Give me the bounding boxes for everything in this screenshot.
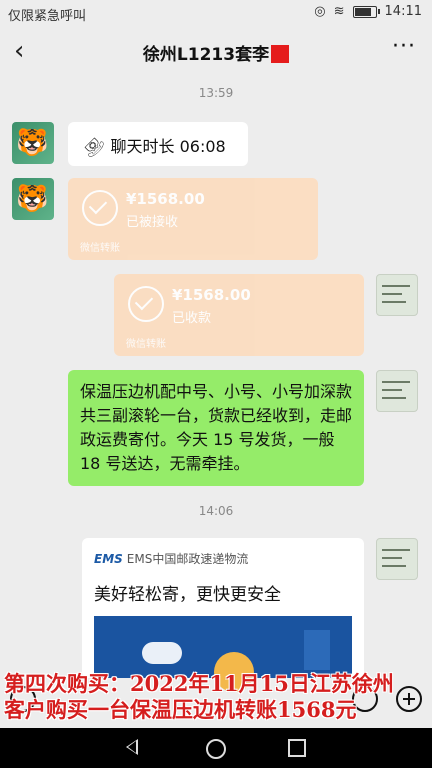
check-circle-icon <box>128 286 164 322</box>
status-bar: 仅限紧急呼叫 ◎ ≋ 14:11 <box>0 0 432 26</box>
clock-time: 14:11 <box>384 4 422 19</box>
system-navigation-bar <box>0 728 432 768</box>
nav-home-icon[interactable] <box>206 739 226 759</box>
phone-icon: ☏ <box>77 131 109 162</box>
transfer-bubble[interactable]: ¥1568.00 已被接收 微信转账 <box>68 178 318 260</box>
nav-back-icon[interactable] <box>126 739 138 755</box>
emergency-only-label: 仅限紧急呼叫 <box>8 9 87 24</box>
ems-link-card[interactable]: EMS EMS中国邮政速递物流 美好轻松寄，更快更安全 <box>82 538 364 692</box>
message-timestamp: 14:06 <box>198 504 234 518</box>
transfer-bubble[interactable]: ¥1568.00 已收款 微信转账 <box>114 274 364 356</box>
battery-icon <box>352 5 380 18</box>
transfer-status: 已被接收 <box>126 215 179 230</box>
text-message-bubble[interactable]: 保温压边机配中号、小号、小号加深款共三副滚轮一台，货款已经收到，走邮政运费寄付。… <box>68 370 364 486</box>
ems-logo: EMS <box>94 552 123 566</box>
chat-header: ‹ 徐州L1213套李 ··· <box>0 26 432 76</box>
ems-card-title: 美好轻松寄，更快更安全 <box>94 585 281 605</box>
status-icons: ◎ ≋ 14:11 <box>314 4 422 19</box>
my-avatar[interactable] <box>376 274 418 316</box>
call-duration-label: 聊天时长 06:08 <box>110 137 226 156</box>
caption-line-2: 客户购买一台保温压边机转账1568元 <box>4 697 357 722</box>
redaction-block <box>271 45 290 63</box>
eye-icon: ◎ <box>314 4 326 19</box>
call-record-bubble[interactable]: ☏ 聊天时长 06:08 <box>68 122 248 166</box>
transfer-footer: 微信转账 <box>80 243 120 254</box>
transfer-footer: 微信转账 <box>126 339 166 350</box>
check-circle-icon <box>82 190 118 226</box>
message-timestamp: 13:59 <box>198 86 234 100</box>
wifi-icon: ≋ <box>333 4 345 19</box>
more-options-button[interactable]: ··· <box>392 34 416 59</box>
tiger-icon: 🐯 <box>16 184 49 214</box>
contact-avatar[interactable]: 🐯 <box>12 122 54 164</box>
ems-source: EMS EMS中国邮政速递物流 <box>94 552 249 566</box>
transfer-status: 已收款 <box>172 311 212 326</box>
contact-avatar[interactable]: 🐯 <box>12 178 54 220</box>
transfer-amount: ¥1568.00 <box>172 286 251 304</box>
my-avatar[interactable] <box>376 370 418 412</box>
tiger-icon: 🐯 <box>16 128 49 158</box>
transfer-amount: ¥1568.00 <box>126 190 205 208</box>
chat-title: 徐州L1213套李 <box>0 40 432 65</box>
my-avatar[interactable] <box>376 538 418 580</box>
nav-recent-apps-icon[interactable] <box>288 739 306 757</box>
